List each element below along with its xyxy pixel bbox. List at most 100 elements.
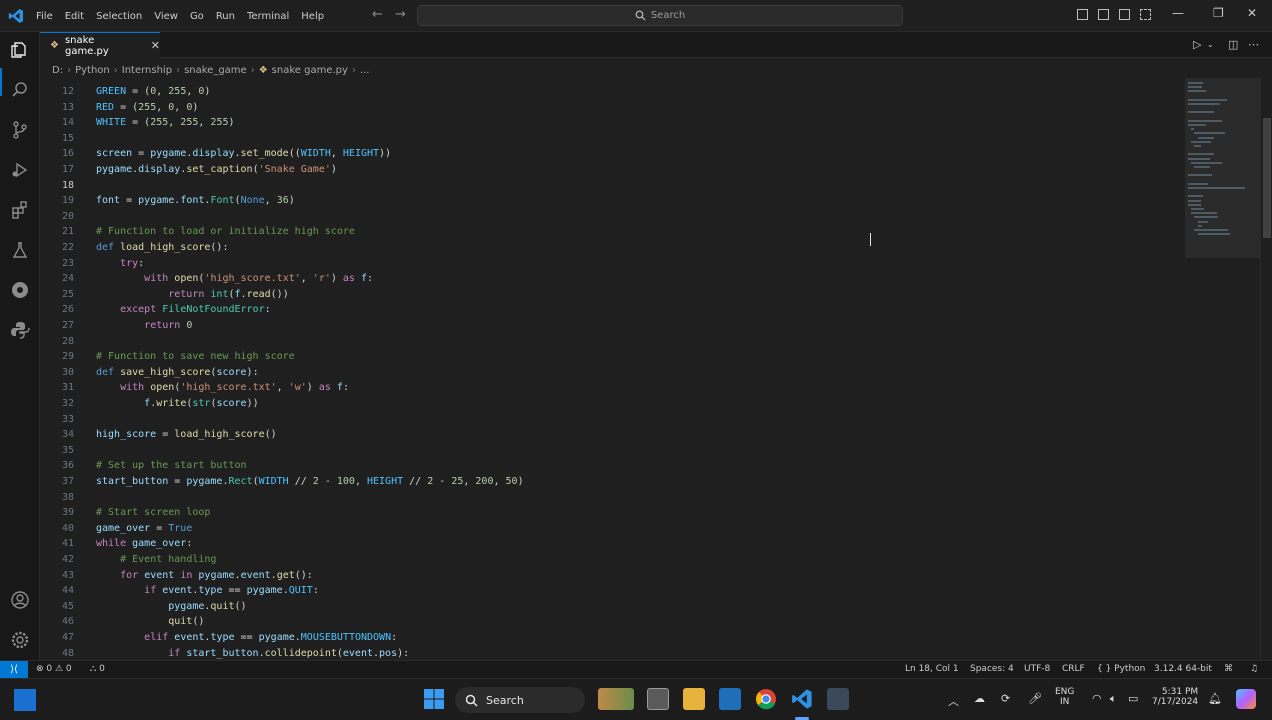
problems-status[interactable]: ⊗ 0 ⚠ 0 [36, 664, 72, 674]
active-window-icon[interactable] [14, 689, 36, 711]
toggle-panel-icon[interactable] [1098, 9, 1109, 20]
settings-gear-icon[interactable] [8, 628, 32, 652]
close-window-icon[interactable]: ✕ [1247, 6, 1257, 20]
tray-overflow-chevron-icon[interactable]: ︿ [948, 693, 959, 709]
onedrive-cloud-icon[interactable]: ☁ [974, 692, 985, 705]
tab-close-icon[interactable]: ✕ [151, 39, 160, 52]
tab-snake-game-py[interactable]: ❖ snake game.py ✕ [40, 32, 160, 58]
menu-run[interactable]: Run [210, 11, 241, 22]
explorer-icon[interactable] [8, 38, 32, 62]
breadcrumb-python[interactable]: Python [75, 65, 110, 76]
wifi-icon[interactable]: ◠ [1092, 692, 1102, 705]
remote-explorer-icon[interactable] [8, 278, 32, 302]
code-text: def load_high_score(): [96, 242, 229, 253]
taskbar-search[interactable]: Search [455, 687, 585, 713]
code-text: quit() [168, 616, 205, 628]
breadcrumb-symbols[interactable]: ... [360, 65, 370, 76]
forward-arrow-icon[interactable]: → [395, 7, 406, 22]
code-text: def save_high_score(score): [96, 366, 259, 378]
minimap-slider[interactable] [1185, 78, 1260, 258]
search-view-icon[interactable] [8, 78, 32, 102]
line-number: 31 [61, 382, 74, 394]
menu-edit[interactable]: Edit [59, 11, 90, 22]
search-placeholder: Search [650, 10, 686, 21]
run-python-file-icon[interactable]: ▷ [1193, 38, 1201, 51]
split-editor-icon[interactable]: ◫ [1228, 38, 1238, 51]
command-center-search[interactable]: Search [417, 5, 903, 26]
code-text: for event in pygame.event.get(): [120, 569, 313, 581]
mouse-ibeam-cursor-icon [870, 233, 873, 246]
line-number: 14 [61, 117, 74, 129]
eol-status[interactable]: CRLF [1062, 664, 1085, 674]
line-number: 34 [61, 429, 74, 441]
editor-scrollbar[interactable] [1260, 78, 1272, 660]
line-number: 46 [61, 616, 74, 628]
breadcrumb-internship[interactable]: Internship [122, 65, 172, 76]
file-explorer-icon[interactable] [683, 688, 705, 710]
line-number: 21 [61, 226, 74, 238]
line-number: 42 [61, 554, 74, 565]
task-view-icon[interactable] [647, 688, 669, 710]
menu-help[interactable]: Help [295, 11, 330, 22]
code-text: # Set up the start button [96, 460, 247, 472]
ms-store-icon[interactable] [719, 688, 741, 710]
chrome-icon[interactable] [755, 688, 777, 710]
testing-flask-icon[interactable] [8, 238, 32, 262]
scrollbar-thumb[interactable] [1263, 118, 1271, 238]
taskbar-search-label: Search [486, 693, 524, 707]
notifications-bell-icon[interactable]: ♫ [1250, 664, 1258, 674]
language-indicator[interactable]: ENG IN [1055, 687, 1074, 707]
back-arrow-icon[interactable]: ← [372, 7, 383, 22]
python-file-icon: ❖ [258, 64, 268, 76]
notepad-taskbar-icon[interactable] [827, 688, 849, 710]
microphone-icon[interactable]: 🎤︎ [1028, 692, 1042, 705]
line-number: 32 [61, 398, 74, 409]
menu-terminal[interactable]: Terminal [241, 11, 295, 22]
python-icon[interactable] [8, 318, 32, 342]
code-text: pygame.display.set_caption('Snake Game') [96, 164, 337, 175]
line-number: 18 [61, 179, 74, 191]
menu-file[interactable]: File [30, 11, 59, 22]
accounts-icon[interactable] [8, 588, 32, 612]
code-text: with open('high_score.txt', 'w') as f: [120, 382, 349, 394]
breadcrumb-snake-game-folder[interactable]: snake_game [184, 65, 247, 76]
code-editor[interactable]: 12 GREEN = (0, 255, 0) 13 RED = (255, 0, 0)… [40, 78, 1185, 660]
vscode-taskbar-icon[interactable] [791, 688, 813, 710]
battery-icon[interactable]: ▭ [1128, 692, 1138, 705]
run-debug-icon[interactable] [8, 158, 32, 182]
menu-go[interactable]: Go [184, 11, 210, 22]
more-actions-icon[interactable]: ⋯ [1248, 38, 1259, 51]
menu-selection[interactable]: Selection [90, 11, 148, 22]
restore-icon[interactable]: ❐ [1213, 6, 1224, 20]
language-mode-status[interactable]: { } Python [1097, 664, 1145, 674]
run-dropdown-chevron-icon[interactable]: ⌄ [1207, 40, 1214, 49]
menu-view[interactable]: View [148, 11, 184, 22]
sync-icon[interactable]: ⟳ [1001, 692, 1010, 705]
clock[interactable]: 5:31 PM 7/17/2024 [1152, 687, 1198, 707]
breadcrumb-drive[interactable]: D: [52, 65, 63, 76]
line-number: 12 [61, 86, 74, 97]
interpreter-status[interactable]: 3.12.4 64-bit [1154, 664, 1212, 674]
minimize-icon[interactable]: — [1172, 6, 1184, 20]
copilot-taskbar-icon[interactable] [1236, 689, 1256, 709]
code-text: game_over = True [96, 522, 193, 534]
notification-bell-icon[interactable]: 🔔︎ [1208, 692, 1222, 705]
breadcrumb-file[interactable]: snake game.py [272, 65, 348, 76]
line-number: 25 [61, 288, 74, 300]
remote-indicator-icon[interactable]: ⟩⟨ [0, 661, 28, 678]
toggle-secondary-sidebar-icon[interactable] [1119, 9, 1130, 20]
windows-start-icon[interactable] [423, 688, 445, 710]
copilot-icon[interactable]: ⌘ [1224, 664, 1233, 674]
python-file-icon: ❖ [50, 40, 59, 51]
cursor-position-status[interactable]: Ln 18, Col 1 [905, 664, 959, 674]
volume-icon[interactable]: 🔈︎ [1110, 692, 1117, 706]
extensions-icon[interactable] [8, 198, 32, 222]
widgets-icon[interactable] [598, 688, 634, 710]
customize-layout-icon[interactable] [1140, 9, 1151, 20]
encoding-status[interactable]: UTF-8 [1024, 664, 1050, 674]
source-control-icon[interactable] [8, 118, 32, 142]
ports-status[interactable]: ⛬ 0 [90, 664, 105, 674]
indentation-status[interactable]: Spaces: 4 [970, 664, 1014, 674]
line-number: 39 [61, 507, 74, 519]
toggle-primary-sidebar-icon[interactable] [1077, 9, 1088, 20]
